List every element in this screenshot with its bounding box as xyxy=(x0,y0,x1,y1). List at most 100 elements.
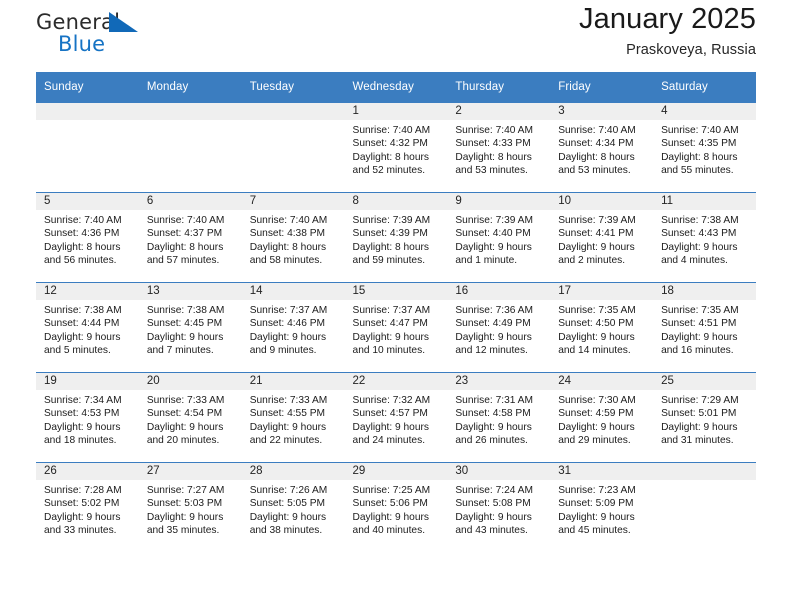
sunset-text: Sunset: 5:01 PM xyxy=(661,408,737,420)
calendar-day-cell[interactable]: 29 Sunrise: 7:25 AM Sunset: 5:06 PM Dayligh… xyxy=(344,462,448,552)
sunset-text: Sunset: 4:43 PM xyxy=(661,228,737,240)
day-details: Sunrise: 7:34 AM Sunset: 4:53 PM Daylight:… xyxy=(36,390,139,448)
sunset-text: Sunset: 4:44 PM xyxy=(44,318,120,330)
daylight-text-line2: and 22 minutes. xyxy=(249,435,323,447)
calendar-day-cell[interactable]: 1 Sunrise: 7:40 AM Sunset: 4:32 PM Daylight… xyxy=(344,102,448,193)
daylight-text-line1: Daylight: 9 hours xyxy=(558,241,635,253)
sunrise-text: Sunrise: 7:38 AM xyxy=(44,305,122,316)
calendar-day-cell[interactable]: 20 Sunrise: 7:33 AM Sunset: 4:54 PM Dayligh… xyxy=(138,372,242,463)
calendar-day-cell[interactable]: 27 Sunrise: 7:27 AM Sunset: 5:03 PM Dayligh… xyxy=(138,462,242,552)
sunset-text: Sunset: 5:06 PM xyxy=(352,498,428,510)
daylight-text-line2: and 45 minutes. xyxy=(558,525,631,537)
calendar-day-cell[interactable]: 30 Sunrise: 7:24 AM Sunset: 5:08 PM Dayligh… xyxy=(447,462,551,552)
daylight-text-line2: and 43 minutes. xyxy=(455,525,528,537)
calendar-day-cell[interactable]: 2 Sunrise: 7:40 AM Sunset: 4:33 PM Daylight… xyxy=(447,102,551,193)
sunrise-text: Sunrise: 7:27 AM xyxy=(146,485,225,496)
calendar-day-cell[interactable]: 14 Sunrise: 7:37 AM Sunset: 4:46 PM Dayligh… xyxy=(241,282,345,373)
sunrise-text: Sunrise: 7:35 AM xyxy=(661,305,739,316)
day-details: Sunrise: 7:23 AM Sunset: 5:09 PM Daylight:… xyxy=(550,480,653,538)
daylight-text-line1: Daylight: 8 hours xyxy=(558,151,635,163)
calendar-page: General Blue January 2025 Praskoveya, Ru… xyxy=(0,0,792,612)
calendar-day-cell[interactable]: 5 Sunrise: 7:40 AM Sunset: 4:36 PM Daylight… xyxy=(36,192,139,283)
calendar-day-cell[interactable]: 16 Sunrise: 7:36 AM Sunset: 4:49 PM Dayligh… xyxy=(447,282,551,373)
weekday-header-tuesday: Tuesday xyxy=(241,72,345,103)
calendar-day-cell[interactable]: 22 Sunrise: 7:32 AM Sunset: 4:57 PM Dayligh… xyxy=(344,372,448,463)
calendar-week-row: 12 Sunrise: 7:38 AM Sunset: 4:44 PM Dayligh… xyxy=(36,282,756,373)
sunrise-text: Sunrise: 7:23 AM xyxy=(558,485,636,496)
calendar-day-cell[interactable]: 10 Sunrise: 7:39 AM Sunset: 4:41 PM Dayligh… xyxy=(550,192,654,283)
day-details: Sunrise: 7:40 AM Sunset: 4:36 PM Daylight:… xyxy=(36,210,139,268)
day-details: Sunrise: 7:37 AM Sunset: 4:47 PM Daylight:… xyxy=(345,300,448,358)
daylight-text-line2: and 16 minutes. xyxy=(661,345,734,357)
calendar-day-cell[interactable]: 4 Sunrise: 7:40 AM Sunset: 4:35 PM Daylight… xyxy=(653,102,756,193)
day-number: 15 xyxy=(344,283,448,300)
daylight-text-line1: Daylight: 8 hours xyxy=(249,241,327,253)
calendar-week-row: 1 Sunrise: 7:40 AM Sunset: 4:32 PM Daylight… xyxy=(36,102,756,193)
sunset-text: Sunset: 4:50 PM xyxy=(558,318,634,330)
daylight-text-line1: Daylight: 8 hours xyxy=(455,151,532,163)
daylight-text-line1: Daylight: 9 hours xyxy=(146,331,224,343)
daylight-text-line1: Daylight: 9 hours xyxy=(44,421,121,433)
day-number: 3 xyxy=(550,103,654,120)
day-number: 21 xyxy=(241,373,345,390)
sunrise-text: Sunrise: 7:34 AM xyxy=(44,395,122,406)
sunrise-text: Sunrise: 7:24 AM xyxy=(455,485,533,496)
sunset-text: Sunset: 4:40 PM xyxy=(455,228,531,240)
calendar-day-cell[interactable]: 3 Sunrise: 7:40 AM Sunset: 4:34 PM Daylight… xyxy=(550,102,654,193)
calendar-day-cell[interactable]: 28 Sunrise: 7:26 AM Sunset: 5:05 PM Dayligh… xyxy=(241,462,345,552)
daylight-text-line2: and 31 minutes. xyxy=(661,435,734,447)
calendar-day-cell[interactable]: 9 Sunrise: 7:39 AM Sunset: 4:40 PM Daylight… xyxy=(447,192,551,283)
daylight-text-line2: and 58 minutes. xyxy=(249,255,323,267)
calendar-day-cell[interactable]: 6 Sunrise: 7:40 AM Sunset: 4:37 PM Daylight… xyxy=(138,192,242,283)
sunset-text: Sunset: 4:51 PM xyxy=(661,318,737,330)
calendar-day-cell[interactable]: 21 Sunrise: 7:33 AM Sunset: 4:55 PM Dayligh… xyxy=(241,372,345,463)
calendar-day-cell[interactable]: 19 Sunrise: 7:34 AM Sunset: 4:53 PM Dayligh… xyxy=(36,372,139,463)
sunset-text: Sunset: 4:47 PM xyxy=(352,318,428,330)
daylight-text-line1: Daylight: 9 hours xyxy=(455,421,532,433)
day-details: Sunrise: 7:27 AM Sunset: 5:03 PM Daylight:… xyxy=(139,480,242,538)
page-title: January 2025 xyxy=(579,3,756,35)
calendar-week-row: 26 Sunrise: 7:28 AM Sunset: 5:02 PM Dayligh… xyxy=(36,462,756,552)
sunrise-text: Sunrise: 7:40 AM xyxy=(455,125,533,136)
day-number: 23 xyxy=(447,373,551,390)
day-number: 26 xyxy=(36,463,139,480)
calendar-day-cell[interactable]: 23 Sunrise: 7:31 AM Sunset: 4:58 PM Dayligh… xyxy=(447,372,551,463)
calendar-day-cell[interactable]: 17 Sunrise: 7:35 AM Sunset: 4:50 PM Dayligh… xyxy=(550,282,654,373)
daylight-text-line2: and 9 minutes. xyxy=(249,345,317,357)
daylight-text-line1: Daylight: 8 hours xyxy=(352,241,429,253)
daylight-text-line2: and 5 minutes. xyxy=(44,345,111,357)
day-number: 2 xyxy=(447,103,551,120)
calendar-day-cell[interactable]: 13 Sunrise: 7:38 AM Sunset: 4:45 PM Dayligh… xyxy=(138,282,242,373)
day-details: Sunrise: 7:32 AM Sunset: 4:57 PM Daylight:… xyxy=(345,390,448,448)
calendar-day-cell[interactable]: 7 Sunrise: 7:40 AM Sunset: 4:38 PM Daylight… xyxy=(241,192,345,283)
day-number: 11 xyxy=(653,193,756,210)
calendar-day-cell[interactable]: 25 Sunrise: 7:29 AM Sunset: 5:01 PM Dayligh… xyxy=(653,372,756,463)
weekday-header-saturday: Saturday xyxy=(653,72,756,103)
sunset-text: Sunset: 4:53 PM xyxy=(44,408,120,420)
sunrise-text: Sunrise: 7:38 AM xyxy=(146,305,225,316)
sunrise-text: Sunrise: 7:25 AM xyxy=(352,485,431,496)
calendar-day-cell[interactable]: 15 Sunrise: 7:37 AM Sunset: 4:47 PM Dayligh… xyxy=(344,282,448,373)
day-details: Sunrise: 7:38 AM Sunset: 4:44 PM Daylight:… xyxy=(36,300,139,358)
daylight-text-line1: Daylight: 9 hours xyxy=(455,241,532,253)
calendar-day-cell[interactable]: 26 Sunrise: 7:28 AM Sunset: 5:02 PM Dayligh… xyxy=(36,462,139,552)
day-details: Sunrise: 7:35 AM Sunset: 4:51 PM Daylight:… xyxy=(653,300,756,358)
calendar-day-cell[interactable]: 31 Sunrise: 7:23 AM Sunset: 5:09 PM Dayligh… xyxy=(550,462,654,552)
calendar-day-cell[interactable]: 24 Sunrise: 7:30 AM Sunset: 4:59 PM Dayligh… xyxy=(550,372,654,463)
day-details: Sunrise: 7:28 AM Sunset: 5:02 PM Daylight:… xyxy=(36,480,139,538)
daylight-text-line2: and 18 minutes. xyxy=(44,435,117,447)
day-number: 31 xyxy=(550,463,654,480)
brand-logo: General Blue xyxy=(36,6,156,62)
sunset-text: Sunset: 4:46 PM xyxy=(249,318,326,330)
sunset-text: Sunset: 5:05 PM xyxy=(249,498,326,510)
calendar-day-cell[interactable]: 11 Sunrise: 7:38 AM Sunset: 4:43 PM Dayligh… xyxy=(653,192,756,283)
sunset-text: Sunset: 4:39 PM xyxy=(352,228,428,240)
brand-triangle-icon xyxy=(109,12,138,32)
calendar-day-cell[interactable]: 12 Sunrise: 7:38 AM Sunset: 4:44 PM Dayligh… xyxy=(36,282,139,373)
daylight-text-line2: and 56 minutes. xyxy=(44,255,117,267)
sunrise-text: Sunrise: 7:39 AM xyxy=(558,215,636,226)
calendar-day-cell[interactable]: 18 Sunrise: 7:35 AM Sunset: 4:51 PM Dayligh… xyxy=(653,282,756,373)
sunrise-text: Sunrise: 7:30 AM xyxy=(558,395,636,406)
calendar-day-cell[interactable]: 8 Sunrise: 7:39 AM Sunset: 4:39 PM Daylight… xyxy=(344,192,448,283)
daylight-text-line1: Daylight: 9 hours xyxy=(661,241,738,253)
